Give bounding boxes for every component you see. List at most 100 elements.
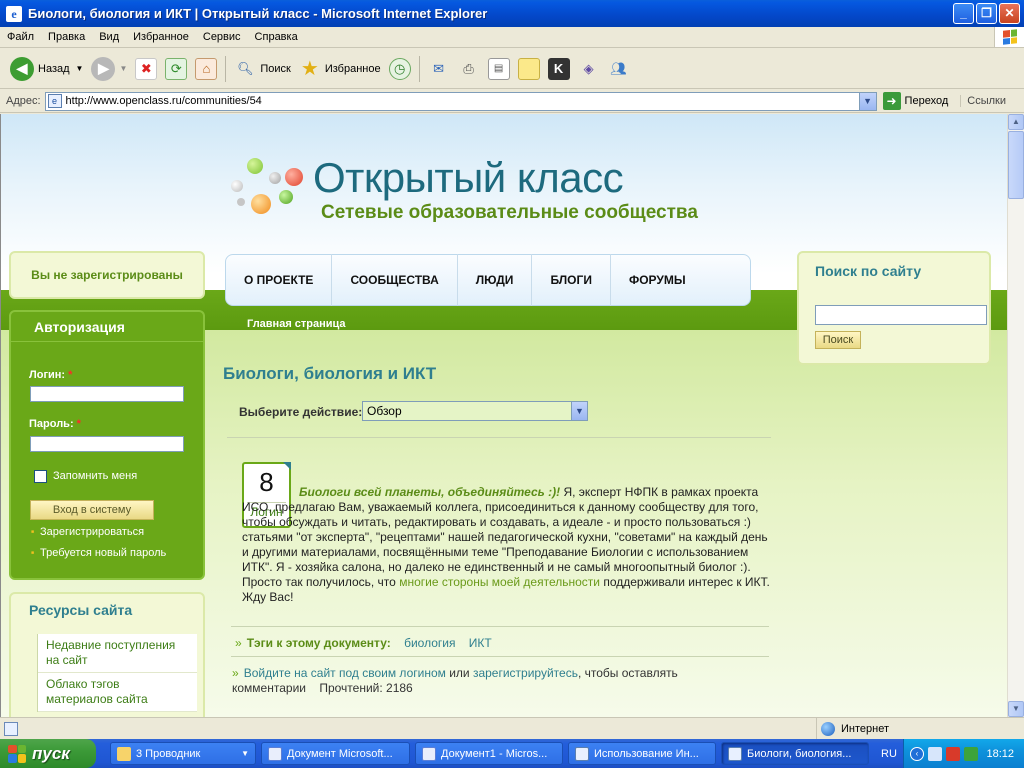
task-ie-active[interactable]: Биологи, биология... [721, 742, 869, 765]
register-link[interactable]: Зарегистрироваться [31, 526, 144, 538]
menubar: Файл Правка Вид Избранное Сервис Справка [0, 27, 1024, 48]
chevron-down-icon: ▼ [571, 402, 587, 420]
back-arrow-icon: ◀ [10, 56, 34, 81]
back-button[interactable]: ◀ Назад ▼ [6, 53, 87, 85]
start-button[interactable]: пуск [0, 739, 96, 768]
nav-communities[interactable]: СООБЩЕСТВА [332, 254, 458, 306]
nav-blogs[interactable]: БЛОГИ [532, 254, 611, 306]
breadcrumb[interactable]: Главная страница [247, 318, 346, 330]
menu-help[interactable]: Справка [248, 31, 305, 43]
site-search-input[interactable] [815, 305, 987, 325]
tray-expand-icon[interactable]: ‹ [910, 746, 924, 761]
scroll-up-icon[interactable]: ▲ [1008, 114, 1024, 130]
address-dropdown-icon[interactable]: ▼ [858, 92, 876, 110]
language-indicator[interactable]: RU [881, 748, 897, 760]
print-icon[interactable]: ⎙ [458, 58, 480, 80]
search-title: Поиск по сайту [815, 263, 922, 279]
tray-app-icon[interactable] [964, 746, 978, 761]
new-password-link[interactable]: Требуется новый пароль [31, 547, 166, 559]
main-nav: О ПРОЕКТЕ СООБЩЕСТВА ЛЮДИ БЛОГИ ФОРУМЫ [225, 254, 751, 306]
favorites-label: Избранное [324, 62, 381, 75]
comment-note: » Войдите на сайт под своим логином или з… [232, 666, 678, 695]
action-label: Выберите действие: [239, 405, 363, 419]
resource-tagcloud-link[interactable]: Облако тэгов материалов сайта [38, 673, 197, 712]
messenger-icon[interactable]: 👥︎ [608, 58, 630, 80]
network-icon[interactable] [928, 746, 942, 761]
menu-favorites[interactable]: Избранное [126, 31, 196, 43]
action-select[interactable]: Обзор ▼ [362, 401, 588, 421]
search-label: Поиск [260, 62, 291, 75]
mail-icon[interactable]: ✉ [428, 58, 450, 80]
favorites-button[interactable]: ★ Избранное [295, 53, 385, 85]
research-icon[interactable]: ◈ [578, 58, 600, 80]
zone-label: Интернет [841, 722, 889, 735]
windows-logo-icon [994, 27, 1024, 47]
links-button[interactable]: Ссылки [960, 95, 1006, 107]
nav-people[interactable]: ЛЮДИ [458, 254, 533, 306]
community-description: Биологи всей планеты, объединяйтесь :)! … [242, 485, 770, 605]
task-word-1[interactable]: Документ Microsoft... [261, 742, 410, 765]
task-word-2[interactable]: Документ1 - Micros... [415, 742, 563, 765]
tag-link[interactable]: биология [404, 636, 455, 650]
discuss-icon[interactable] [517, 57, 540, 80]
back-label: Назад [38, 62, 70, 75]
refresh-icon[interactable]: ⟳ [165, 57, 188, 80]
menu-file[interactable]: Файл [0, 31, 41, 43]
windows-flag-icon [8, 744, 26, 763]
search-button[interactable]: 🔍︎ Поиск [230, 53, 294, 85]
password-input[interactable] [30, 436, 184, 452]
edit-icon[interactable]: ▤ [487, 57, 510, 80]
k-app-icon[interactable]: K [547, 57, 570, 80]
ie-icon [575, 746, 589, 761]
not-registered-notice: Вы не зарегистрированы [9, 251, 205, 299]
bullet-icon: » [235, 636, 242, 650]
antivirus-icon[interactable] [946, 746, 960, 761]
site-logo-subtitle: Сетевые образовательные сообщества [321, 202, 698, 223]
address-input[interactable]: e http://www.openclass.ru/communities/54… [44, 91, 877, 111]
stop-icon[interactable]: ✖ [135, 57, 158, 80]
restore-button[interactable]: ❐ [976, 3, 997, 24]
login-button[interactable]: Вход в систему [30, 500, 154, 520]
menu-edit[interactable]: Правка [41, 31, 92, 43]
folder-icon [117, 746, 131, 761]
login-input[interactable] [30, 386, 184, 402]
nav-about[interactable]: О ПРОЕКТЕ [226, 254, 333, 306]
site-search-panel: Поиск по сайту Поиск [797, 251, 991, 365]
home-icon[interactable]: ⌂ [195, 57, 218, 80]
remember-checkbox[interactable] [34, 470, 47, 483]
minimize-button[interactable]: _ [953, 3, 974, 24]
start-label: пуск [32, 743, 70, 763]
site-logo-title[interactable]: Открытый класс [313, 154, 624, 202]
nav-forums[interactable]: ФОРУМЫ [611, 254, 704, 306]
molecule-logo-icon [229, 154, 309, 218]
page-status-icon [4, 721, 18, 736]
description-body-1: Я, эксперт НФПК в рамках проекта ИСО, пр… [242, 485, 768, 589]
chevron-down-icon: ▼ [241, 749, 249, 758]
clock[interactable]: 18:12 [986, 748, 1014, 760]
scroll-thumb[interactable] [1008, 131, 1024, 199]
task-explorer[interactable]: 3 Проводник ▼ [110, 742, 256, 765]
globe-icon [821, 721, 835, 736]
remember-label: Запомнить меня [53, 470, 138, 482]
register-inline-link[interactable]: зарегистрируйтесь [473, 666, 578, 680]
taskbar: пуск 3 Проводник ▼ Документ Microsoft...… [0, 739, 1024, 768]
forward-button[interactable]: ▶ ▼ [87, 53, 131, 85]
resources-title: Ресурсы сайта [29, 602, 133, 618]
menu-tools[interactable]: Сервис [196, 31, 248, 43]
tag-link[interactable]: ИКТ [469, 636, 492, 650]
vertical-scrollbar[interactable]: ▲ ▼ [1007, 114, 1024, 717]
go-button[interactable]: ➜ Переход [882, 92, 948, 110]
close-button[interactable]: ✕ [999, 3, 1020, 24]
scroll-down-icon[interactable]: ▼ [1008, 701, 1024, 717]
task-ie-1[interactable]: Использование Ин... [568, 742, 716, 765]
resource-recent-link[interactable]: Недавние поступления на сайт [38, 634, 197, 673]
auth-panel: Авторизация Логин: * Пароль: * Запомнить… [9, 310, 205, 580]
activity-link[interactable]: многие стороны моей деятельности [399, 575, 600, 589]
security-zone: Интернет [816, 718, 889, 739]
ie-app-icon: e [6, 5, 22, 22]
divider [231, 656, 769, 657]
site-search-button[interactable]: Поиск [815, 331, 861, 349]
menu-view[interactable]: Вид [92, 31, 126, 43]
login-link[interactable]: Войдите на сайт под своим логином [244, 666, 446, 680]
history-icon[interactable]: ◷ [388, 57, 411, 80]
